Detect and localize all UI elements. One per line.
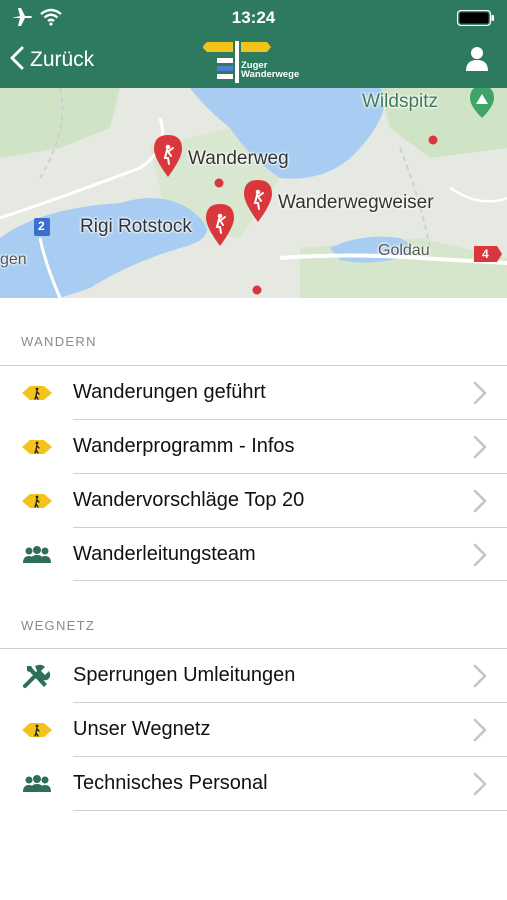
divider (73, 810, 507, 811)
list-item-label: Wanderprogramm - Infos (73, 435, 295, 457)
zuger-wanderwege-logo: Zuger Wanderwege (203, 41, 309, 83)
list-item-technisches-personal[interactable]: Technisches Personal (0, 757, 507, 810)
list-item-wanderungen-gefuehrt[interactable]: Wanderungen geführt (0, 366, 507, 419)
list-item-label: Sperrungen Umleitungen (73, 664, 296, 686)
chevron-left-icon (10, 46, 24, 75)
map-label-rigi-rotstock: Rigi Rotstock (80, 216, 192, 237)
chevron-right-icon (473, 435, 487, 464)
list-item-unser-wegnetz[interactable]: Unser Wegnetz (0, 703, 507, 756)
map-road-number-4: 4 (482, 247, 489, 261)
chevron-right-icon (473, 772, 487, 801)
chevron-right-icon (473, 381, 487, 410)
tools-icon (21, 663, 53, 689)
back-button[interactable]: Zurück (10, 44, 94, 76)
user-profile-button[interactable] (465, 46, 489, 77)
list-item-label: Unser Wegnetz (73, 718, 211, 740)
map-label-goldau: Goldau (378, 242, 430, 259)
battery-icon (456, 9, 495, 31)
hiker-sign-icon (21, 380, 53, 406)
chevron-right-icon (473, 489, 487, 518)
map-label-wanderweg: Wanderweg (188, 148, 289, 169)
list-item-wandervorschlaege-top-20[interactable]: Wandervorschläge Top 20 (0, 474, 507, 527)
divider (73, 580, 507, 581)
map-label-wildspitz: Wildspitz (362, 91, 439, 112)
back-button-label: Zurück (30, 48, 95, 71)
list-item-sperrungen-umleitungen[interactable]: Sperrungen Umleitungen (0, 649, 507, 702)
chevron-right-icon (473, 543, 487, 572)
hiker-sign-icon (21, 488, 53, 514)
chevron-right-icon (473, 664, 487, 693)
hiker-sign-icon (21, 717, 53, 743)
logo-text-wanderwege: Wanderwege (241, 69, 300, 80)
section-header-wegnetz: WEGNETZ (21, 618, 96, 633)
list-item-label: Wandervorschläge Top 20 (73, 489, 305, 511)
section-header-wandern: WANDERN (21, 334, 97, 349)
user-icon (465, 47, 489, 76)
status-bar: 13:24 (0, 0, 507, 34)
list-item-label: Wanderungen geführt (73, 381, 266, 403)
hiker-sign-icon (21, 434, 53, 460)
list-item-label: Wanderleitungsteam (73, 543, 256, 565)
chevron-right-icon (473, 718, 487, 747)
map-road-number-2: 2 (38, 219, 45, 233)
map-view[interactable]: Wildspitz Wanderweg Wanderwegweiser Rigi… (0, 88, 507, 298)
list-item-wanderprogramm-infos[interactable]: Wanderprogramm - Infos (0, 420, 507, 473)
top-navigation-bar: 13:24 Zurück Zuger Wanderwege (0, 0, 507, 88)
group-icon (21, 542, 53, 568)
list-item-wanderleitungsteam[interactable]: Wanderleitungsteam (0, 528, 507, 581)
map-label-gen: gen (0, 251, 27, 268)
group-icon (21, 771, 53, 797)
list-item-label: Technisches Personal (73, 772, 268, 794)
status-time: 13:24 (231, 8, 276, 27)
map-label-wanderwegweiser: Wanderwegweiser (278, 192, 434, 213)
